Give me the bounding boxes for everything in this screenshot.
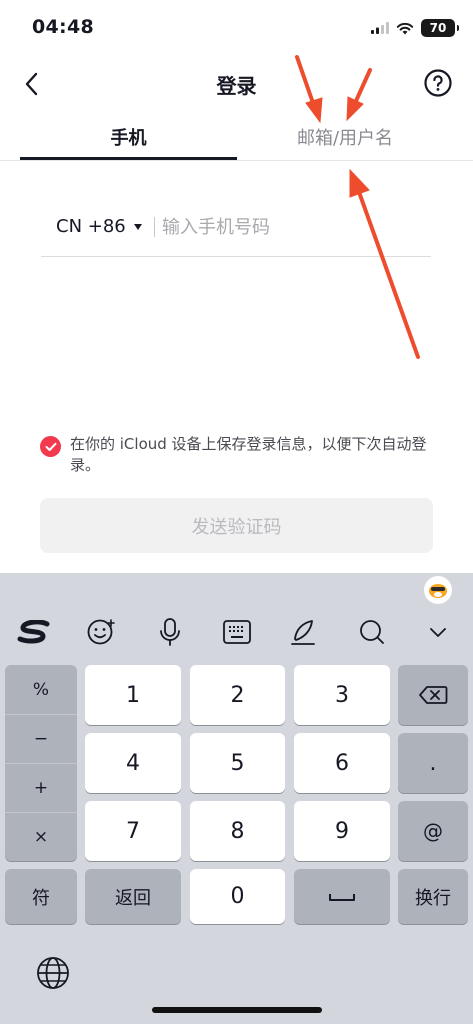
microphone-icon[interactable] — [150, 612, 190, 652]
tab-phone[interactable]: 手机 — [20, 124, 237, 150]
sogou-logo-icon[interactable] — [14, 612, 54, 652]
help-button[interactable] — [423, 68, 453, 98]
space-bar-icon — [329, 893, 355, 901]
status-icons: 70 — [371, 18, 459, 38]
return-key[interactable]: 换行 — [398, 869, 468, 924]
key-7[interactable]: 7 — [85, 801, 181, 861]
input-underline — [41, 256, 431, 257]
checkmark-icon — [45, 442, 56, 451]
wifi-icon — [396, 22, 414, 34]
symbols-mode-key[interactable]: 符 — [5, 869, 77, 924]
backspace-icon — [419, 686, 448, 704]
tab-divider — [0, 160, 473, 161]
symbol-key-plus[interactable]: + — [5, 763, 77, 812]
send-code-button[interactable]: 发送验证码 — [40, 498, 433, 553]
signal-icon — [371, 22, 389, 34]
country-code-selector[interactable]: CN +86 — [56, 216, 142, 237]
key-1[interactable]: 1 — [85, 665, 181, 725]
symbol-key-percent[interactable]: % — [5, 665, 77, 714]
country-code-label: CN +86 — [56, 216, 126, 237]
tab-email-username[interactable]: 邮箱/用户名 — [237, 124, 453, 150]
key-3[interactable]: 3 — [294, 665, 390, 725]
save-login-checkbox[interactable] — [40, 436, 61, 457]
key-6[interactable]: 6 — [294, 733, 390, 793]
page-title: 登录 — [216, 74, 257, 98]
key-0[interactable]: 0 — [190, 869, 285, 924]
keyboard-mascot-icon[interactable] — [424, 576, 452, 604]
handwriting-pen-icon[interactable] — [283, 612, 323, 652]
save-login-text: 在你的 iCloud 设备上保存登录信息，以便下次自动登录。 — [70, 435, 427, 474]
search-icon[interactable] — [352, 612, 392, 652]
question-circle-icon — [424, 69, 452, 97]
caret-down-icon — [133, 223, 142, 230]
status-time: 04:48 — [32, 16, 94, 38]
globe-button[interactable] — [33, 953, 73, 993]
at-key[interactable]: @ — [398, 801, 468, 861]
key-9[interactable]: 9 — [294, 801, 390, 861]
symbol-key-times[interactable]: × — [5, 812, 77, 861]
keyboard-switch-icon[interactable] — [217, 612, 257, 652]
space-key[interactable] — [294, 869, 390, 924]
key-8[interactable]: 8 — [190, 801, 285, 861]
input-divider — [154, 217, 155, 237]
home-indicator — [152, 1007, 322, 1013]
key-5[interactable]: 5 — [190, 733, 285, 793]
arrow-annotation-bottom — [349, 168, 420, 359]
delete-key[interactable] — [398, 665, 468, 725]
symbols-column: % − + × — [5, 665, 77, 861]
key-4[interactable]: 4 — [85, 733, 181, 793]
key-2[interactable]: 2 — [190, 665, 285, 725]
phone-number-input[interactable] — [162, 210, 424, 244]
collapse-keyboard-icon[interactable] — [418, 612, 458, 652]
period-key[interactable]: . — [398, 733, 468, 793]
battery-indicator: 70 — [421, 19, 459, 37]
symbol-key-minus[interactable]: − — [5, 714, 77, 763]
emoji-icon[interactable] — [81, 612, 121, 652]
back-key[interactable]: 返回 — [85, 869, 181, 924]
globe-icon — [37, 957, 69, 989]
